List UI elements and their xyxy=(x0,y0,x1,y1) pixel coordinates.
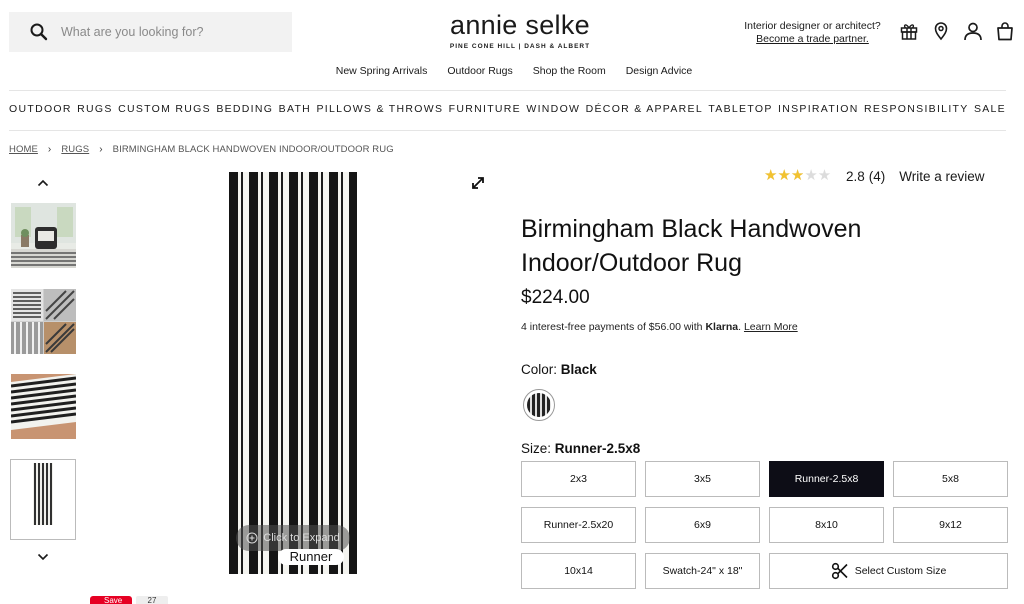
size-option[interactable]: 9x12 xyxy=(893,507,1008,543)
trade-promo: Interior designer or architect? Become a… xyxy=(735,20,890,46)
product-price: $224.00 xyxy=(521,287,590,308)
nav-window[interactable]: WINDOW xyxy=(526,103,580,115)
breadcrumb: HOME › RUGS › BIRMINGHAM BLACK HANDWOVEN… xyxy=(9,144,394,155)
size-options: 2x3 3x5 Runner-2.5x8 5x8 Runner-2.5x20 6… xyxy=(521,461,1008,589)
search-input[interactable] xyxy=(61,25,281,39)
site-logo[interactable]: annie selke PINE CONE HILL | DASH & ALBE… xyxy=(437,10,603,50)
main-navigation: OUTDOOR RUGS CUSTOM RUGS BEDDING BATH PI… xyxy=(9,103,1006,115)
size-option[interactable]: Swatch-24" x 18" xyxy=(645,553,760,589)
thumbnail-up-button[interactable] xyxy=(33,178,53,190)
pinterest-save-button[interactable]: Save xyxy=(90,596,132,604)
chevron-down-icon xyxy=(37,553,49,561)
color-label: Color: Black xyxy=(521,362,597,377)
subnav-shop-room[interactable]: Shop the Room xyxy=(529,65,606,77)
chevron-right-icon: › xyxy=(47,144,52,155)
size-label-text: Size: xyxy=(521,441,552,456)
plus-circle-icon xyxy=(246,532,258,544)
click-to-expand[interactable]: Click to Expand xyxy=(236,525,350,551)
subnav-outdoor-rugs[interactable]: Outdoor Rugs xyxy=(443,65,512,77)
header-icons xyxy=(898,20,1016,42)
search-icon xyxy=(30,23,48,41)
nav-outdoor[interactable]: OUTDOOR xyxy=(9,103,72,115)
klarna-text: 4 interest-free payments of $56.00 with xyxy=(521,321,706,333)
thumbnail-down-button[interactable] xyxy=(33,552,53,564)
trade-text: Interior designer or architect? xyxy=(744,20,881,32)
klarna-message: 4 interest-free payments of $56.00 with … xyxy=(521,321,798,333)
thumbnail-rug-collage[interactable] xyxy=(11,289,76,354)
breadcrumb-rugs[interactable]: RUGS xyxy=(61,144,89,155)
sub-navigation: New Spring Arrivals Outdoor Rugs Shop th… xyxy=(0,65,1024,77)
nav-pillows-throws[interactable]: PILLOWS & THROWS xyxy=(316,103,443,115)
size-option[interactable]: 5x8 xyxy=(893,461,1008,497)
size-option[interactable]: 8x10 xyxy=(769,507,884,543)
chevron-right-icon: › xyxy=(99,144,103,155)
main-product-image[interactable] xyxy=(229,172,357,574)
account-icon[interactable] xyxy=(962,20,984,42)
gift-icon[interactable] xyxy=(898,20,920,42)
nav-divider xyxy=(9,130,1006,131)
trade-link[interactable]: Become a trade partner. xyxy=(735,33,890,46)
klarna-learn-more[interactable]: Learn More xyxy=(744,321,798,333)
write-review-link[interactable]: Write a review xyxy=(899,169,984,184)
size-option[interactable]: 2x3 xyxy=(521,461,636,497)
save-label: Save xyxy=(104,596,123,604)
breadcrumb-current: BIRMINGHAM BLACK HANDWOVEN INDOOR/OUTDOO… xyxy=(112,144,394,155)
size-value: Runner-2.5x8 xyxy=(554,441,641,456)
thumbnail-room-chair[interactable] xyxy=(11,203,76,268)
nav-bedding[interactable]: BEDDING xyxy=(216,103,273,115)
product-title: Birmingham Black Handwoven Indoor/Outdoo… xyxy=(521,215,862,277)
custom-size-label: Select Custom Size xyxy=(854,565,947,577)
nav-bath[interactable]: BATH xyxy=(279,103,311,115)
nav-tabletop[interactable]: TABLETOP xyxy=(708,103,772,115)
thumbnail-rug-detail[interactable] xyxy=(11,374,76,439)
search-box[interactable] xyxy=(9,12,292,52)
custom-size-button[interactable]: Select Custom Size xyxy=(769,553,1008,589)
size-option[interactable]: Runner-2.5x20 xyxy=(521,507,636,543)
subnav-spring[interactable]: New Spring Arrivals xyxy=(332,65,428,77)
share-count: 27 xyxy=(136,596,168,604)
nav-decor-apparel[interactable]: DÉCOR & APPAREL xyxy=(586,103,703,115)
logo-main: annie selke xyxy=(450,10,590,40)
color-label-text: Color: xyxy=(521,362,558,377)
image-label: Runner xyxy=(278,549,344,565)
subnav-design-advice[interactable]: Design Advice xyxy=(622,65,693,77)
fullscreen-icon[interactable] xyxy=(471,176,485,190)
nav-sale[interactable]: SALE xyxy=(974,103,1006,115)
nav-responsibility[interactable]: RESPONSIBILITY xyxy=(864,103,969,115)
thumbnail-runner[interactable] xyxy=(10,459,76,540)
nav-custom-rugs[interactable]: CUSTOM RUGS xyxy=(118,103,211,115)
breadcrumb-home[interactable]: HOME xyxy=(9,144,38,155)
size-option[interactable]: 3x5 xyxy=(645,461,760,497)
logo-sub: PINE CONE HILL | DASH & ALBERT xyxy=(449,43,591,50)
scissors-icon xyxy=(831,562,848,580)
expand-text: Click to Expand xyxy=(263,532,340,544)
nav-furniture[interactable]: FURNITURE xyxy=(449,103,521,115)
rating-value: 2.8 xyxy=(846,168,865,184)
chevron-up-icon xyxy=(37,179,49,187)
rating: ★★★★★ ★★★★★ 2.8 (4) Write a review xyxy=(764,168,985,184)
size-option[interactable]: 6x9 xyxy=(645,507,760,543)
klarna-brand: Klarna xyxy=(705,321,739,333)
header-divider xyxy=(9,90,1006,91)
swatch-image xyxy=(527,393,551,417)
size-option[interactable]: 10x14 xyxy=(521,553,636,589)
nav-rugs[interactable]: RUGS xyxy=(77,103,113,115)
size-option-selected[interactable]: Runner-2.5x8 xyxy=(769,461,884,497)
star-rating-icon[interactable]: ★★★★★ ★★★★★ xyxy=(764,168,834,184)
rating-count[interactable]: (4) xyxy=(869,169,886,184)
color-swatch-black[interactable] xyxy=(523,389,555,421)
size-label: Size: Runner-2.5x8 xyxy=(521,441,640,456)
bag-icon[interactable] xyxy=(994,20,1016,42)
location-icon[interactable] xyxy=(930,20,952,42)
color-value: Black xyxy=(560,362,597,377)
nav-inspiration[interactable]: INSPIRATION xyxy=(778,103,859,115)
